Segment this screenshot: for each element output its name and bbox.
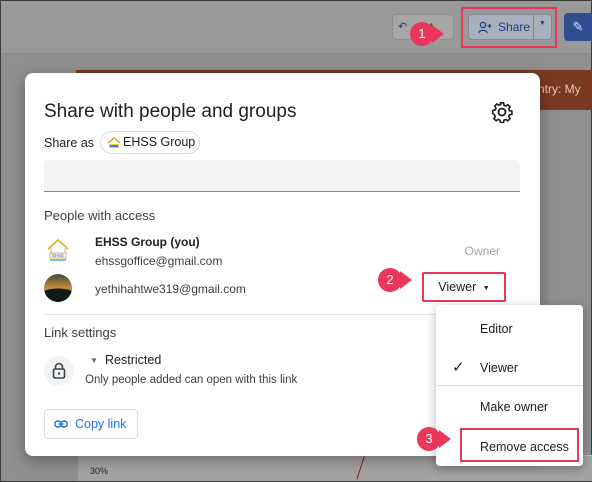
menu-item-editor[interactable]: Editor bbox=[436, 311, 583, 347]
link-icon bbox=[54, 420, 68, 428]
step-badge-1: 1 bbox=[410, 22, 434, 46]
ehss-logo-icon bbox=[107, 137, 121, 148]
step-arrow-3 bbox=[439, 430, 451, 448]
lock-icon bbox=[52, 362, 66, 379]
share-as-group-chip[interactable]: EHSS Group bbox=[100, 131, 200, 154]
person-name: EHSS Group (you) bbox=[95, 235, 200, 249]
undo-icon: ↶ bbox=[398, 21, 408, 33]
checkmark-icon: ✓ bbox=[452, 359, 465, 376]
settings-gear-icon[interactable] bbox=[491, 101, 513, 123]
link-settings-heading: Link settings bbox=[44, 325, 117, 340]
role-dropdown-label: Viewer bbox=[438, 280, 477, 294]
person-email: yethihahtwe319@gmail.com bbox=[95, 282, 246, 296]
role-dropdown-viewer[interactable]: Viewer ▼ bbox=[422, 272, 506, 302]
edit-button[interactable]: ✎ bbox=[564, 13, 592, 41]
banner-text: ntry: My bbox=[538, 82, 581, 96]
link-access-caret-icon[interactable]: ▼ bbox=[90, 356, 98, 365]
link-access-description: Only people added can open with this lin… bbox=[85, 374, 298, 386]
role-caret-icon: ▼ bbox=[482, 285, 490, 292]
menu-item-make-owner[interactable]: Make owner bbox=[436, 389, 583, 425]
menu-divider bbox=[436, 385, 583, 386]
share-as-label: Share as bbox=[44, 136, 95, 150]
chart-tick-label: 30% bbox=[90, 466, 109, 476]
copy-link-label: Copy link bbox=[75, 417, 127, 431]
person-email: ehssgoffice@gmail.com bbox=[95, 254, 223, 268]
people-with-access-heading: People with access bbox=[44, 208, 156, 223]
copy-link-button[interactable]: Copy link bbox=[44, 409, 138, 439]
step-arrow-1 bbox=[432, 25, 444, 43]
share-button-highlight bbox=[461, 7, 557, 48]
link-access-dropdown[interactable]: Restricted bbox=[105, 353, 161, 367]
person-row-owner: EHSS EHSS Group (you) ehssgoffice@gmail.… bbox=[44, 233, 520, 269]
link-access-icon-circle bbox=[44, 356, 74, 386]
remove-access-highlight bbox=[460, 428, 579, 462]
menu-item-viewer[interactable]: ✓ Viewer bbox=[436, 350, 583, 386]
add-people-input[interactable] bbox=[44, 160, 520, 192]
dialog-title: Share with people and groups bbox=[44, 101, 297, 122]
menu-item-viewer-label: Viewer bbox=[480, 361, 518, 375]
svg-text:EHSS: EHSS bbox=[52, 253, 64, 258]
share-as-group-name: EHSS Group bbox=[123, 135, 196, 149]
pencil-icon: ✎ bbox=[572, 19, 584, 34]
step-arrow-2 bbox=[400, 271, 412, 289]
ehss-group-avatar: EHSS bbox=[47, 238, 69, 261]
step-badge-2: 2 bbox=[378, 268, 402, 292]
step-badge-3: 3 bbox=[417, 427, 441, 451]
user-photo-avatar bbox=[44, 274, 72, 302]
owner-role-label: Owner bbox=[464, 244, 500, 258]
